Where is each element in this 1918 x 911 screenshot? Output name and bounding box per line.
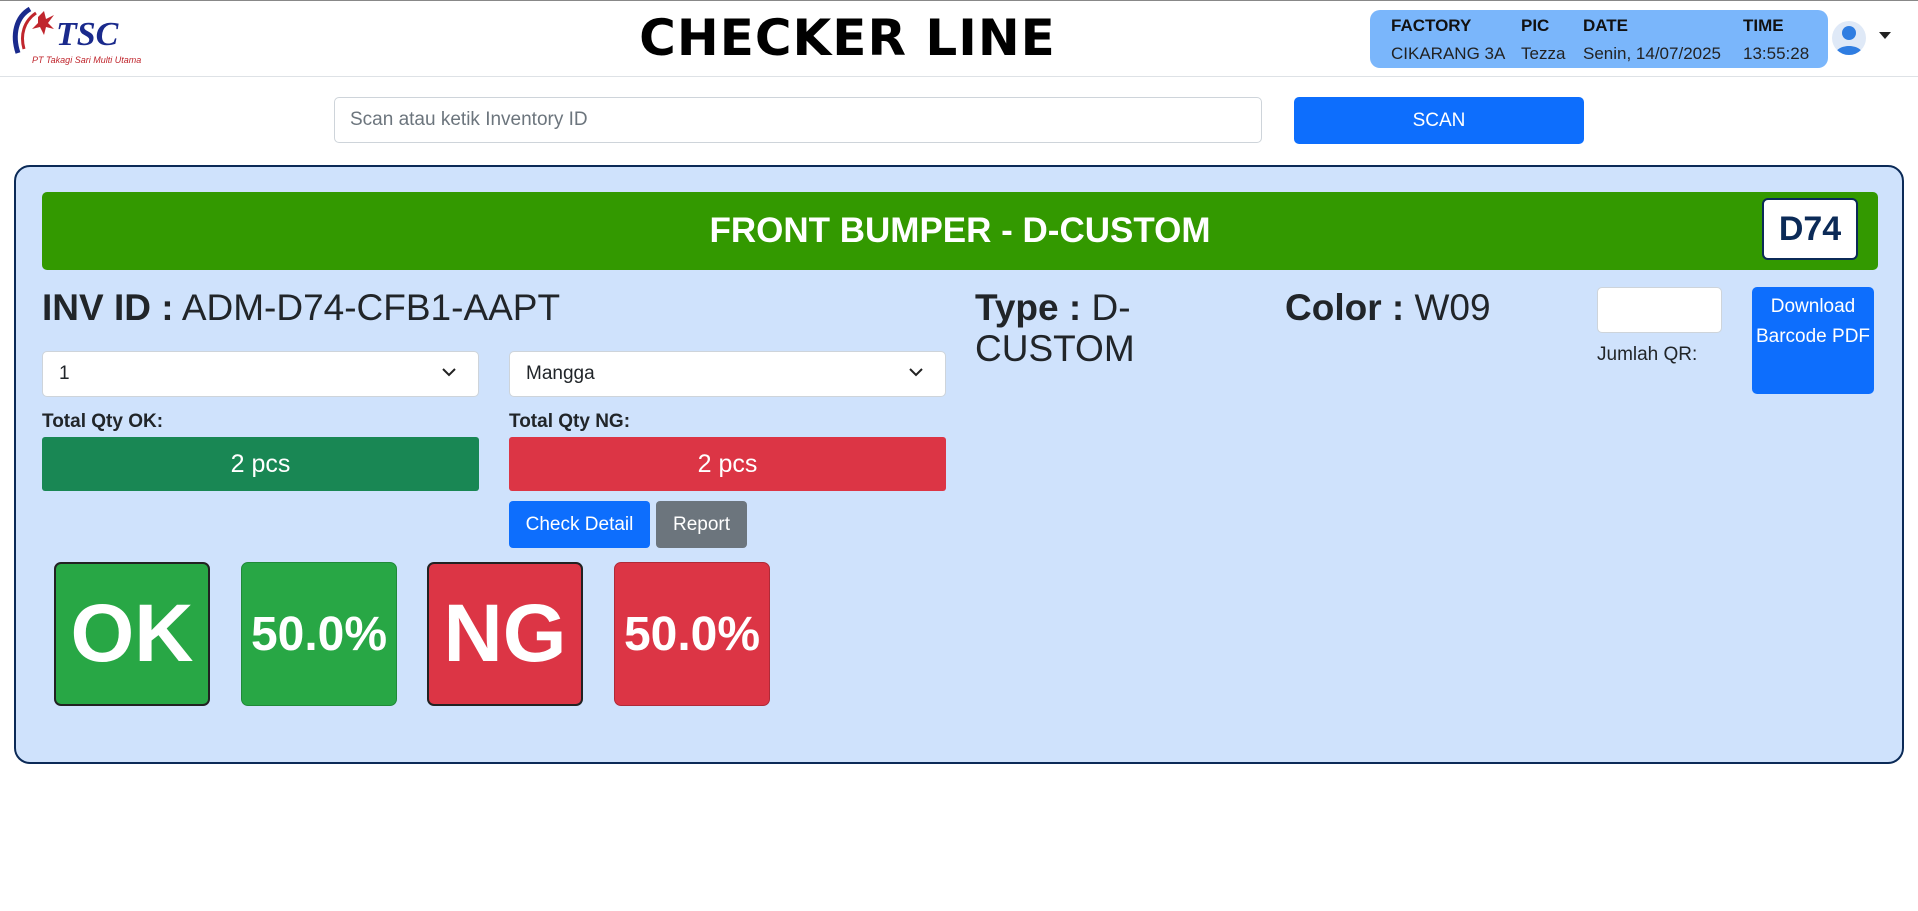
- inventory-scan-input[interactable]: [334, 97, 1262, 143]
- inventory-id-value: ADM-D74-CFB1-AAPT: [181, 287, 561, 328]
- total-qty-ng-label: Total Qty NG:: [509, 411, 631, 432]
- time-info: TIME 13:55:28: [1743, 16, 1809, 64]
- factory-value: CIKARANG 3A: [1391, 44, 1506, 63]
- total-qty-ok-label: Total Qty OK:: [42, 411, 164, 432]
- qr-count-input[interactable]: [1597, 287, 1722, 333]
- report-button[interactable]: Report: [656, 501, 747, 548]
- date-info: DATE Senin, 14/07/2025: [1583, 16, 1721, 64]
- ng-button[interactable]: NG: [427, 562, 583, 706]
- inventory-id: INV ID : ADM-D74-CFB1-AAPT: [42, 287, 560, 329]
- inventory-id-label: INV ID :: [42, 287, 174, 328]
- user-menu-chevron-down-icon[interactable]: [1879, 32, 1891, 39]
- second-select[interactable]: Mangga: [509, 351, 946, 397]
- chevron-down-icon: [909, 368, 923, 377]
- first-select[interactable]: 1: [42, 351, 479, 397]
- pic-info: PIC Tezza: [1521, 16, 1565, 64]
- product-title: FRONT BUMPER - D-CUSTOM: [709, 211, 1211, 250]
- total-qty-ng-value: 2 pcs: [509, 437, 946, 491]
- ok-percentage: 50.0%: [241, 562, 397, 706]
- pic-label: PIC: [1521, 16, 1550, 35]
- checker-panel: FRONT BUMPER - D-CUSTOM D74 INV ID : ADM…: [14, 165, 1904, 764]
- time-label: TIME: [1743, 16, 1784, 35]
- total-qty-ok-value: 2 pcs: [42, 437, 479, 491]
- color-value: W09: [1414, 287, 1491, 328]
- ng-percentage: 50.0%: [614, 562, 770, 706]
- date-value: Senin, 14/07/2025: [1583, 44, 1722, 63]
- type-label: Type :: [975, 287, 1082, 328]
- color-label: Color :: [1285, 287, 1405, 328]
- scan-button[interactable]: SCAN: [1294, 97, 1584, 144]
- factory-label: FACTORY: [1391, 16, 1472, 35]
- first-select-value: 1: [59, 363, 70, 384]
- chevron-down-icon: [442, 368, 456, 377]
- product-code-badge: D74: [1762, 198, 1858, 260]
- session-info-panel: FACTORY CIKARANG 3A PIC Tezza DATE Senin…: [1370, 10, 1828, 68]
- second-select-value: Mangga: [526, 363, 595, 384]
- date-label: DATE: [1583, 16, 1629, 35]
- qr-count-label: Jumlah QR:: [1597, 344, 1698, 365]
- user-avatar-icon[interactable]: [1832, 21, 1866, 55]
- header-bar: TSC PT Takagi Sari Multi Utama CHECKER L…: [0, 1, 1918, 77]
- factory-info: FACTORY CIKARANG 3A: [1391, 16, 1505, 64]
- download-barcode-pdf-button[interactable]: Download Barcode PDF: [1752, 287, 1874, 394]
- ok-button[interactable]: OK: [54, 562, 210, 706]
- product-banner: FRONT BUMPER - D-CUSTOM D74: [42, 192, 1878, 270]
- pic-value: Tezza: [1521, 44, 1566, 63]
- product-type: Type : D-CUSTOM: [975, 287, 1155, 369]
- product-color: Color : W09: [1285, 287, 1491, 329]
- time-value: 13:55:28: [1743, 44, 1810, 63]
- check-detail-button[interactable]: Check Detail: [509, 501, 650, 548]
